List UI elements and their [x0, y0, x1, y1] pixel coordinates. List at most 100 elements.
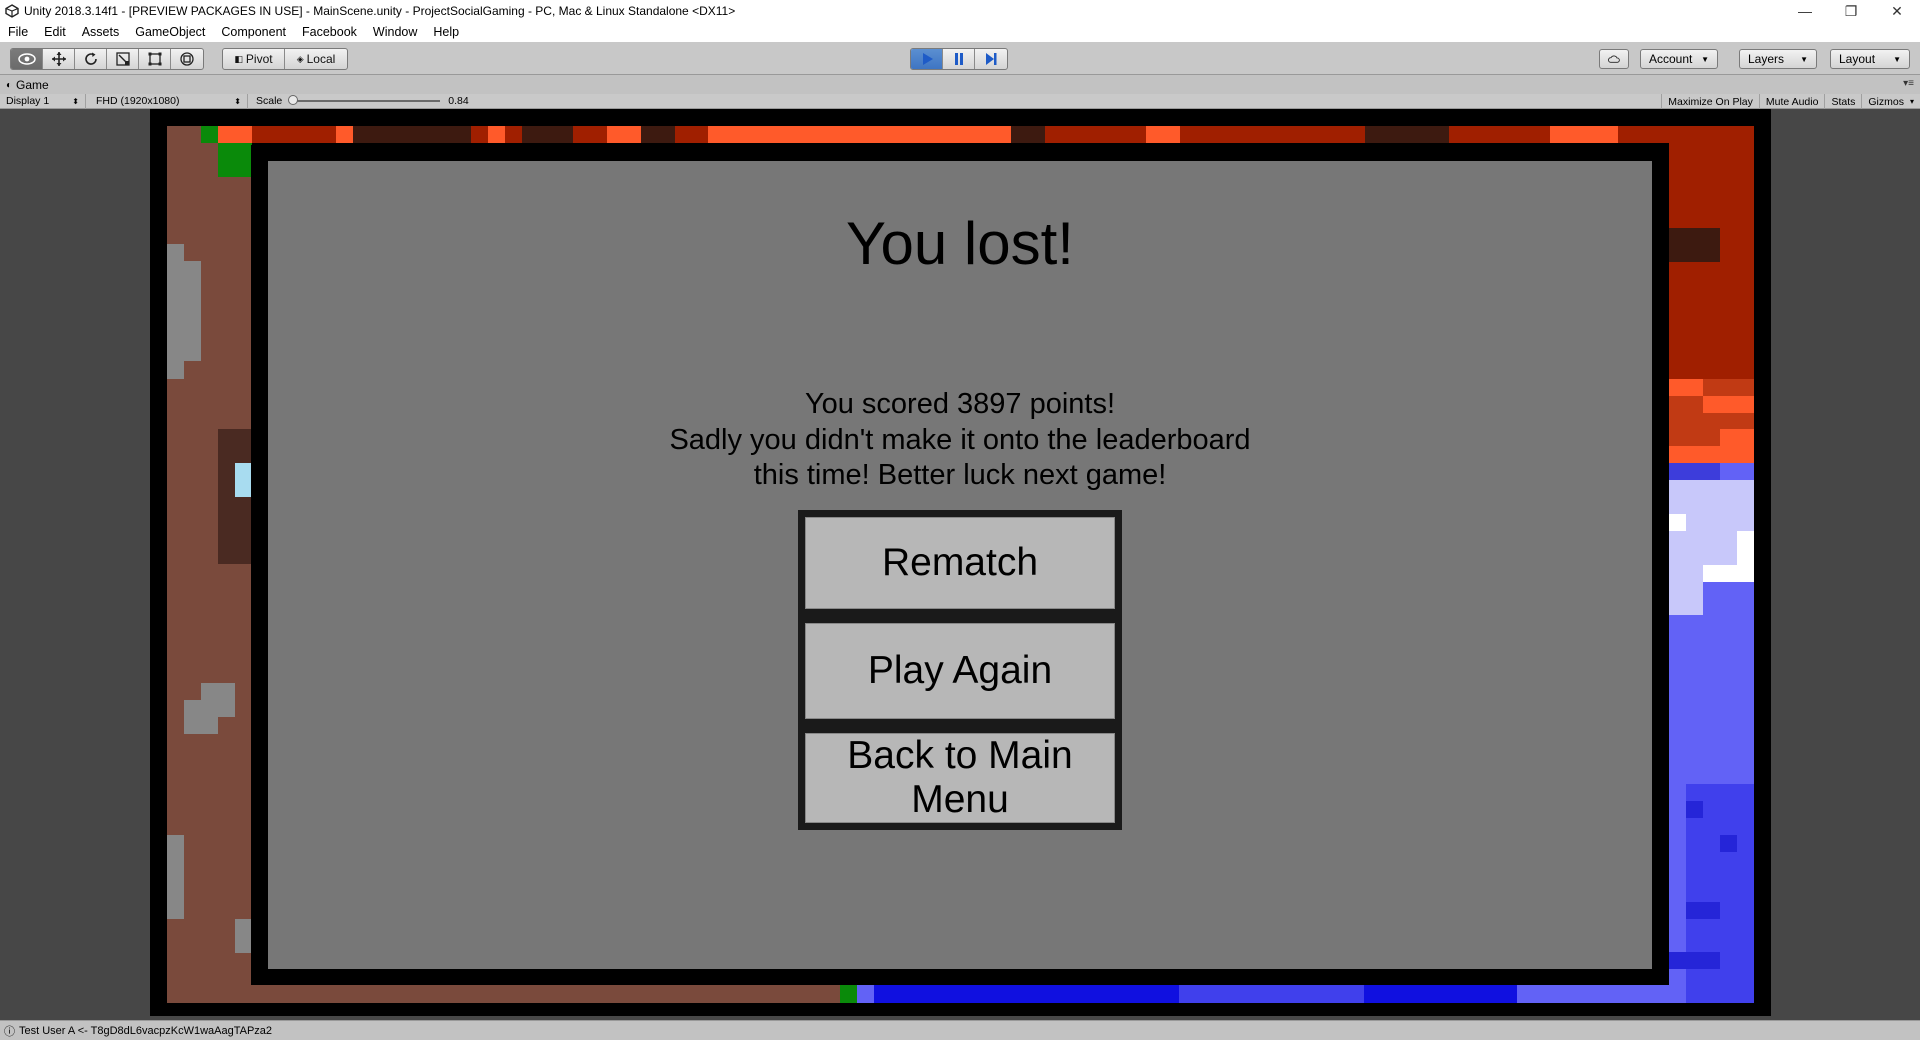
- blue-piece: [1720, 835, 1737, 852]
- chevron-down-icon: ▼: [1800, 54, 1808, 64]
- score-text: You scored 3897 points!: [804, 388, 1116, 420]
- menu-assets[interactable]: Assets: [74, 25, 128, 39]
- tab-game[interactable]: ◐ Game: [0, 76, 59, 94]
- account-label: Account: [1649, 52, 1693, 66]
- game-canvas[interactable]: You lost! You scored 3897 points! Sadly …: [150, 109, 1771, 1016]
- scale-slider[interactable]: [288, 95, 441, 105]
- step-button[interactable]: [975, 49, 1007, 69]
- menu-edit[interactable]: Edit: [36, 25, 74, 39]
- green-piece: [201, 126, 218, 143]
- lava: [1669, 446, 1754, 463]
- title-bar: Unity 2018.3.14f1 - [PREVIEW PACKAGES IN…: [0, 0, 1920, 22]
- gizmos-dropdown[interactable]: Gizmos ▾: [1862, 94, 1920, 109]
- leaderboard-text: this time! Better luck next game!: [753, 459, 1167, 491]
- layout-dropdown[interactable]: Layout ▼: [1830, 49, 1910, 69]
- maximize-on-play-toggle[interactable]: Maximize On Play: [1661, 94, 1760, 109]
- scale-label: Scale: [256, 95, 283, 107]
- terrain-dark: [1011, 126, 1045, 143]
- local-icon: ◈: [296, 53, 304, 64]
- chevron-down-icon: ▾: [1909, 97, 1914, 106]
- menu-window[interactable]: Window: [365, 25, 425, 39]
- stats-toggle[interactable]: Stats: [1825, 94, 1863, 109]
- menu-file[interactable]: File: [0, 25, 36, 39]
- tab-game-label: Game: [16, 78, 49, 92]
- pivot-controls: ◧ Pivot ◈ Local: [222, 48, 348, 70]
- view-tool-icon[interactable]: [11, 49, 43, 69]
- chevron-down-icon: ▼: [1701, 54, 1709, 64]
- scale-control: Scale 0.84: [248, 94, 475, 109]
- scale-value: 0.84: [448, 95, 469, 107]
- scale-slider-thumb[interactable]: [288, 95, 299, 105]
- rotate-tool-icon[interactable]: [75, 49, 107, 69]
- local-label: Local: [306, 52, 336, 66]
- play-button[interactable]: [911, 49, 943, 69]
- local-toggle[interactable]: ◈ Local: [285, 49, 347, 69]
- maximize-button[interactable]: ❐: [1828, 0, 1874, 22]
- updown-caret-icon: ⬍: [234, 96, 241, 106]
- transform-tools: [10, 48, 204, 70]
- menu-facebook[interactable]: Facebook: [294, 25, 365, 39]
- resolution-label: FHD (1920x1080): [96, 95, 180, 107]
- lava: [1720, 429, 1754, 446]
- game-control-bar: Display 1 ⬍ FHD (1920x1080) ⬍ Scale 0.84…: [0, 93, 1920, 109]
- lava: [1550, 126, 1618, 143]
- lava: [488, 126, 505, 143]
- menu-component[interactable]: Component: [213, 25, 294, 39]
- lava: [1146, 126, 1180, 143]
- lava: [607, 126, 641, 143]
- rock: [184, 700, 218, 734]
- pivot-toggle[interactable]: ◧ Pivot: [223, 49, 285, 69]
- gizmos-label: Gizmos: [1868, 95, 1904, 108]
- move-tool-icon[interactable]: [43, 49, 75, 69]
- blue-territory: [1703, 582, 1754, 633]
- blue-piece: [1686, 801, 1703, 818]
- window-title: Unity 2018.3.14f1 - [PREVIEW PACKAGES IN…: [24, 4, 736, 18]
- scale-tool-icon[interactable]: [107, 49, 139, 69]
- account-dropdown[interactable]: Account ▼: [1640, 49, 1718, 69]
- layout-label: Layout: [1839, 52, 1876, 66]
- status-message[interactable]: Test User A <- T8gD8dL6vacpzKcW1waAagTAP…: [19, 1025, 272, 1037]
- display-dropdown[interactable]: Display 1 ⬍: [0, 93, 86, 109]
- lava: [708, 126, 1011, 143]
- blue-piece: [857, 985, 874, 1003]
- rock: [167, 244, 184, 379]
- lava: [1703, 396, 1754, 413]
- green-piece: [840, 985, 857, 1003]
- pause-button[interactable]: [943, 49, 975, 69]
- menu-gameobject[interactable]: GameObject: [127, 25, 213, 39]
- chevron-down-icon: ▼: [1893, 54, 1901, 64]
- layers-dropdown[interactable]: Layers ▼: [1739, 49, 1817, 69]
- game-view: You lost! You scored 3897 points! Sadly …: [0, 109, 1920, 1020]
- lava: [1669, 379, 1703, 396]
- close-button[interactable]: ✕: [1874, 0, 1920, 22]
- rock: [184, 261, 201, 361]
- rematch-button-label: Rematch: [805, 517, 1115, 609]
- play-again-button[interactable]: Play Again: [798, 616, 1122, 726]
- lava: [336, 126, 353, 143]
- transform-tool-icon[interactable]: [171, 49, 203, 69]
- rect-tool-icon[interactable]: [139, 49, 171, 69]
- menu-help[interactable]: Help: [425, 25, 467, 39]
- blue-territory: [1669, 463, 1720, 480]
- rock: [235, 919, 252, 953]
- pivot-label: Pivot: [245, 52, 273, 66]
- mute-audio-toggle[interactable]: Mute Audio: [1760, 94, 1826, 109]
- info-icon: ⓘ: [4, 1025, 15, 1038]
- pivot-icon: ◧: [234, 53, 243, 64]
- rock: [167, 835, 184, 919]
- game-over-panel: You lost! You scored 3897 points! Sadly …: [268, 161, 1652, 969]
- collab-cloud-button[interactable]: [1599, 49, 1629, 69]
- minimize-button[interactable]: —: [1782, 0, 1828, 22]
- game-over-title: You lost!: [846, 210, 1074, 277]
- tab-menu-icon[interactable]: ▾≡: [1903, 78, 1914, 89]
- play-controls: [910, 48, 1008, 70]
- rematch-button[interactable]: Rematch: [798, 510, 1122, 616]
- main-menu-button[interactable]: Back to Main Menu: [798, 726, 1122, 830]
- game-tab-bar: ◐ Game ▾≡: [0, 76, 1920, 94]
- terrain-dark: [522, 126, 573, 143]
- resolution-dropdown[interactable]: FHD (1920x1080) ⬍: [86, 93, 248, 109]
- terrain-dark: [1365, 126, 1449, 143]
- frost-area: [1669, 514, 1686, 531]
- blue-piece: [1669, 952, 1720, 969]
- status-bar: ⓘ Test User A <- T8gD8dL6vacpzKcW1waAagT…: [0, 1020, 1920, 1040]
